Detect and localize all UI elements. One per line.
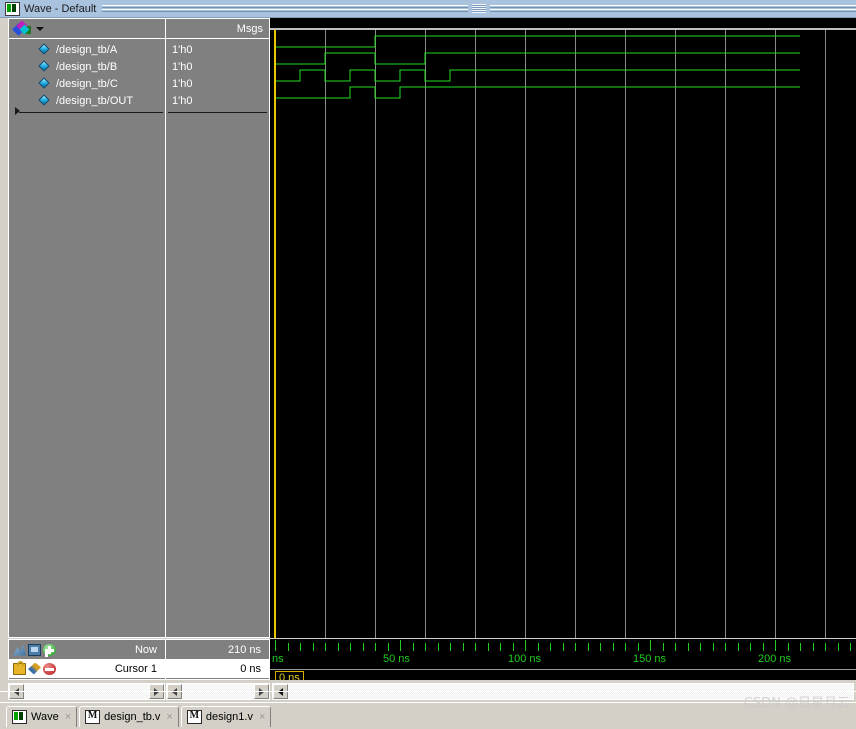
- chevron-down-icon[interactable]: [36, 26, 44, 31]
- signal-name-row[interactable]: /design_tb/B: [9, 58, 165, 75]
- signal-value-label: 1'h0: [172, 77, 193, 90]
- now-icon-group: [9, 643, 65, 656]
- waveform-plot: [274, 30, 826, 638]
- ruler-ticks: [275, 640, 851, 651]
- lock-icon[interactable]: [13, 660, 26, 675]
- values-header: Msgs: [166, 19, 269, 39]
- signal-value-row: 1'h0: [166, 41, 269, 58]
- signal-name-row[interactable]: /design_tb/C: [9, 75, 165, 92]
- titlebar-resize-dots[interactable]: [472, 4, 487, 13]
- tab-wave[interactable]: Wave ×: [6, 706, 78, 727]
- signal-value-label: 1'h0: [172, 60, 193, 73]
- source-file-icon: [85, 710, 101, 724]
- tab-label: design_tb.v: [104, 711, 161, 723]
- tab-label: design1.v: [205, 711, 253, 723]
- wave-body: /design_tb/A /design_tb/B /design_tb/C /…: [0, 18, 856, 638]
- signal-diamond-icon: [39, 44, 50, 55]
- titlebar-grip-right: [490, 4, 856, 13]
- tab-design-tb-v[interactable]: design_tb.v ×: [79, 706, 179, 727]
- signal-properties-icon[interactable]: [12, 19, 32, 36]
- signal-value-list: 1'h0 1'h0 1'h0 1'h0: [166, 39, 269, 109]
- tab-bar: Wave × design_tb.v × design1.v ×: [0, 702, 856, 729]
- time-ruler[interactable]: ns 50 ns 100 ns 150 ns 200 ns 0 ns: [270, 639, 856, 680]
- wrench-icon[interactable]: [28, 662, 41, 675]
- cursor-icon-group: [9, 660, 65, 675]
- cursor-time-badge[interactable]: 0 ns: [275, 671, 304, 680]
- close-icon[interactable]: ×: [259, 711, 265, 723]
- add-cursor-icon[interactable]: [43, 643, 56, 656]
- values-header-label: Msgs: [236, 22, 263, 35]
- status-labels: Now Cursor 1: [8, 639, 165, 680]
- titlebar-grip: [102, 4, 468, 13]
- signal-name-label: /design_tb/A: [56, 43, 118, 56]
- signal-name-label: /design_tb/B: [56, 60, 118, 73]
- now-value: 210 ns: [166, 640, 269, 659]
- list-end-rule: [19, 112, 163, 113]
- close-icon[interactable]: ×: [166, 711, 172, 723]
- window-titlebar[interactable]: Wave - Default: [0, 0, 856, 18]
- cursor-label: Cursor 1: [114, 662, 157, 675]
- tab-design1-v[interactable]: design1.v ×: [180, 706, 272, 727]
- signal-value-row: 1'h0: [166, 58, 269, 75]
- signal-name-row[interactable]: /design_tb/OUT: [9, 92, 165, 109]
- window-title: Wave - Default: [24, 2, 97, 15]
- ruler-tick-labels: ns 50 ns 100 ns 150 ns 200 ns: [270, 653, 856, 667]
- ruler-tick-label: 150 ns: [633, 653, 667, 665]
- list-end-marker-icon: [15, 107, 20, 115]
- ruler-tick-label: 100 ns: [508, 653, 542, 665]
- list-end-rule: [168, 112, 267, 113]
- wave-window: Wave - Default /design_tb/A /design_tb/B…: [0, 0, 856, 729]
- ruler-tick-label: 50 ns: [383, 653, 410, 665]
- delete-cursor-icon[interactable]: [43, 662, 56, 675]
- signal-name-row[interactable]: /design_tb/A: [9, 41, 165, 58]
- signal-value-label: 1'h0: [172, 43, 193, 56]
- ruler-separator: [270, 669, 856, 670]
- panel-divider: [0, 691, 856, 692]
- screen-icon[interactable]: [28, 643, 41, 656]
- signal-name-label: /design_tb/OUT: [56, 94, 134, 107]
- ruler-tick-label: 200 ns: [758, 653, 792, 665]
- now-row: Now: [9, 640, 165, 659]
- cursor-value[interactable]: 0 ns: [166, 659, 269, 678]
- close-icon[interactable]: ×: [65, 711, 71, 723]
- wave-tab-icon: [12, 710, 27, 724]
- signal-value-row: 1'h0: [166, 92, 269, 109]
- waveform-canvas[interactable]: [270, 18, 856, 638]
- signal-name-label: /design_tb/C: [56, 77, 118, 90]
- signal-name-list: /design_tb/A /design_tb/B /design_tb/C /…: [9, 39, 165, 109]
- tab-label: Wave: [31, 711, 59, 723]
- ruler-unit-label: ns: [272, 653, 284, 665]
- signal-names-pane[interactable]: /design_tb/A /design_tb/B /design_tb/C /…: [8, 18, 165, 638]
- bookmark-icon[interactable]: [13, 644, 26, 656]
- signal-values-pane[interactable]: Msgs 1'h0 1'h0 1'h0 1'h0: [165, 18, 270, 638]
- signal-diamond-icon: [39, 95, 50, 106]
- status-values: 210 ns 0 ns: [165, 639, 270, 680]
- signal-value-label: 1'h0: [172, 94, 193, 107]
- watermark: CSDN @日星月云: [743, 696, 850, 711]
- signal-diamond-icon: [39, 78, 50, 89]
- now-label: Now: [134, 643, 157, 656]
- names-header: [9, 19, 165, 39]
- signal-value-row: 1'h0: [166, 75, 269, 92]
- wave-window-icon: [5, 1, 20, 16]
- signal-diamond-icon: [39, 61, 50, 72]
- cursor-row[interactable]: Cursor 1: [9, 659, 165, 678]
- source-file-icon: [186, 710, 202, 724]
